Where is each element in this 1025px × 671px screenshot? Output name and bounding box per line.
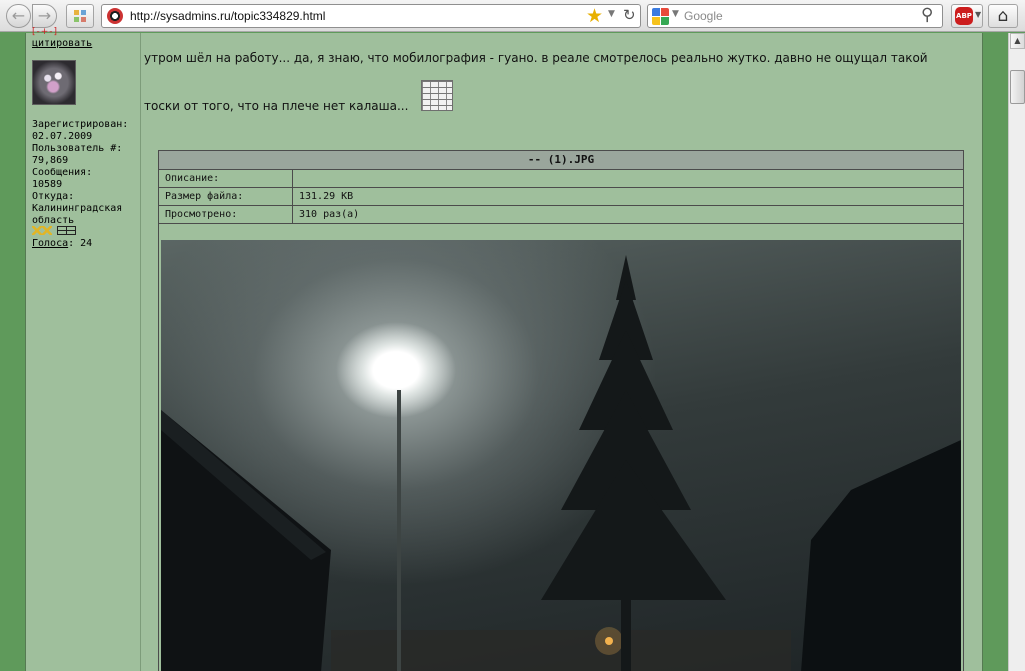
user-info-line: Сообщения: — [32, 167, 93, 178]
votes: Голоса: 24 — [32, 238, 92, 249]
forward-button[interactable]: → — [32, 4, 57, 28]
user-info-line: Пользователь #: — [32, 143, 123, 154]
search-input[interactable]: Google — [684, 9, 723, 23]
site-favicon-icon — [107, 8, 123, 24]
google-icon[interactable] — [652, 8, 669, 25]
foggy-night-scene — [161, 255, 961, 671]
post-text-line: утром шёл на работу... да, я знаю, что м… — [144, 51, 928, 65]
attachment-key: Описание: — [159, 170, 293, 187]
quote-link[interactable]: цитировать — [32, 38, 92, 49]
attachment-row: Размер файла: 131.29 KB — [159, 188, 963, 206]
rank-chevron-icon — [32, 226, 52, 235]
attachment-key: Размер файла: — [159, 188, 293, 205]
url-text[interactable]: http://sysadmins.ru/topic334829.html — [130, 9, 325, 23]
reload-icon[interactable]: ↻ — [623, 6, 636, 24]
user-info-line: 79,869 — [32, 155, 69, 166]
attachment-value: 131.29 KB — [299, 191, 354, 202]
bookmark-star-icon[interactable]: ★ — [586, 5, 603, 27]
attachment-row: Просмотрено: 310 раз(а) — [159, 206, 963, 224]
user-info: Зарегистрирован: 02.07.2009 Пользователь… — [32, 119, 140, 227]
post-text-line: тоски от того, что на плече нет калаша..… — [144, 99, 409, 113]
url-dropdown-icon[interactable]: ▼ — [608, 9, 615, 19]
arrow-left-icon: ← — [11, 6, 26, 25]
brick-wall-smiley-icon — [421, 80, 453, 111]
arrow-right-icon: → — [37, 6, 52, 25]
adblock-dropdown-icon[interactable]: ▼ — [975, 10, 981, 19]
user-info-line: Зарегистрирован: — [32, 119, 129, 130]
user-info-line: 10589 — [32, 179, 63, 190]
attachment-key: Просмотрено: — [159, 206, 293, 223]
forum-post: [-+-] цитировать Зарегистрирован: 02.07.… — [25, 27, 983, 671]
search-icon[interactable]: ⚲ — [921, 5, 933, 25]
attachment-box: -- (1).JPG Описание: Размер файла: 131.2… — [158, 150, 964, 671]
home-icon: ⌂ — [997, 6, 1009, 26]
user-info-line: Калининградская — [32, 203, 123, 214]
post-author-column: [-+-] цитировать Зарегистрирован: 02.07.… — [26, 27, 141, 671]
votes-value: : 24 — [68, 238, 93, 249]
votes-link[interactable]: Голоса — [32, 238, 68, 249]
user-badges — [32, 226, 92, 236]
user-info-line: 02.07.2009 — [32, 131, 93, 142]
back-button[interactable]: ← — [6, 4, 31, 28]
attachment-title: -- (1).JPG — [159, 151, 963, 170]
scrollbar-thumb[interactable] — [1010, 70, 1025, 104]
avatar — [32, 60, 76, 105]
address-bar[interactable]: http://sysadmins.ru/topic334829.html ★ ▼… — [101, 4, 641, 28]
browser-toolbar: ← → http://sysadmins.ru/topic334829.html… — [0, 0, 1025, 32]
attachment-value: 310 раз(а) — [299, 209, 360, 220]
home-button[interactable]: ⌂ — [988, 4, 1018, 28]
scroll-up-icon[interactable]: ▲ — [1010, 33, 1025, 49]
bookmarks-button[interactable] — [66, 4, 94, 28]
page-scrollbar[interactable]: ▲ — [1008, 33, 1025, 671]
adblock-icon: ABP — [955, 7, 973, 25]
attachment-row: Описание: — [159, 170, 963, 188]
user-info-line: Откуда: — [32, 191, 75, 202]
rank-stars: [-+-] — [32, 27, 59, 37]
plus-minus-icon[interactable] — [57, 226, 76, 235]
adblock-button[interactable]: ABP ▼ — [951, 4, 983, 28]
search-engine-dropdown-icon[interactable]: ▼ — [672, 9, 679, 19]
page-frame: [-+-] цитировать Зарегистрирован: 02.07.… — [0, 27, 1008, 671]
post-body: утром шёл на работу... да, я знаю, что м… — [144, 33, 982, 671]
grid-icon — [74, 10, 86, 22]
search-bar[interactable]: ▼ Google ⚲ — [647, 4, 943, 28]
attached-photo[interactable] — [161, 240, 961, 671]
